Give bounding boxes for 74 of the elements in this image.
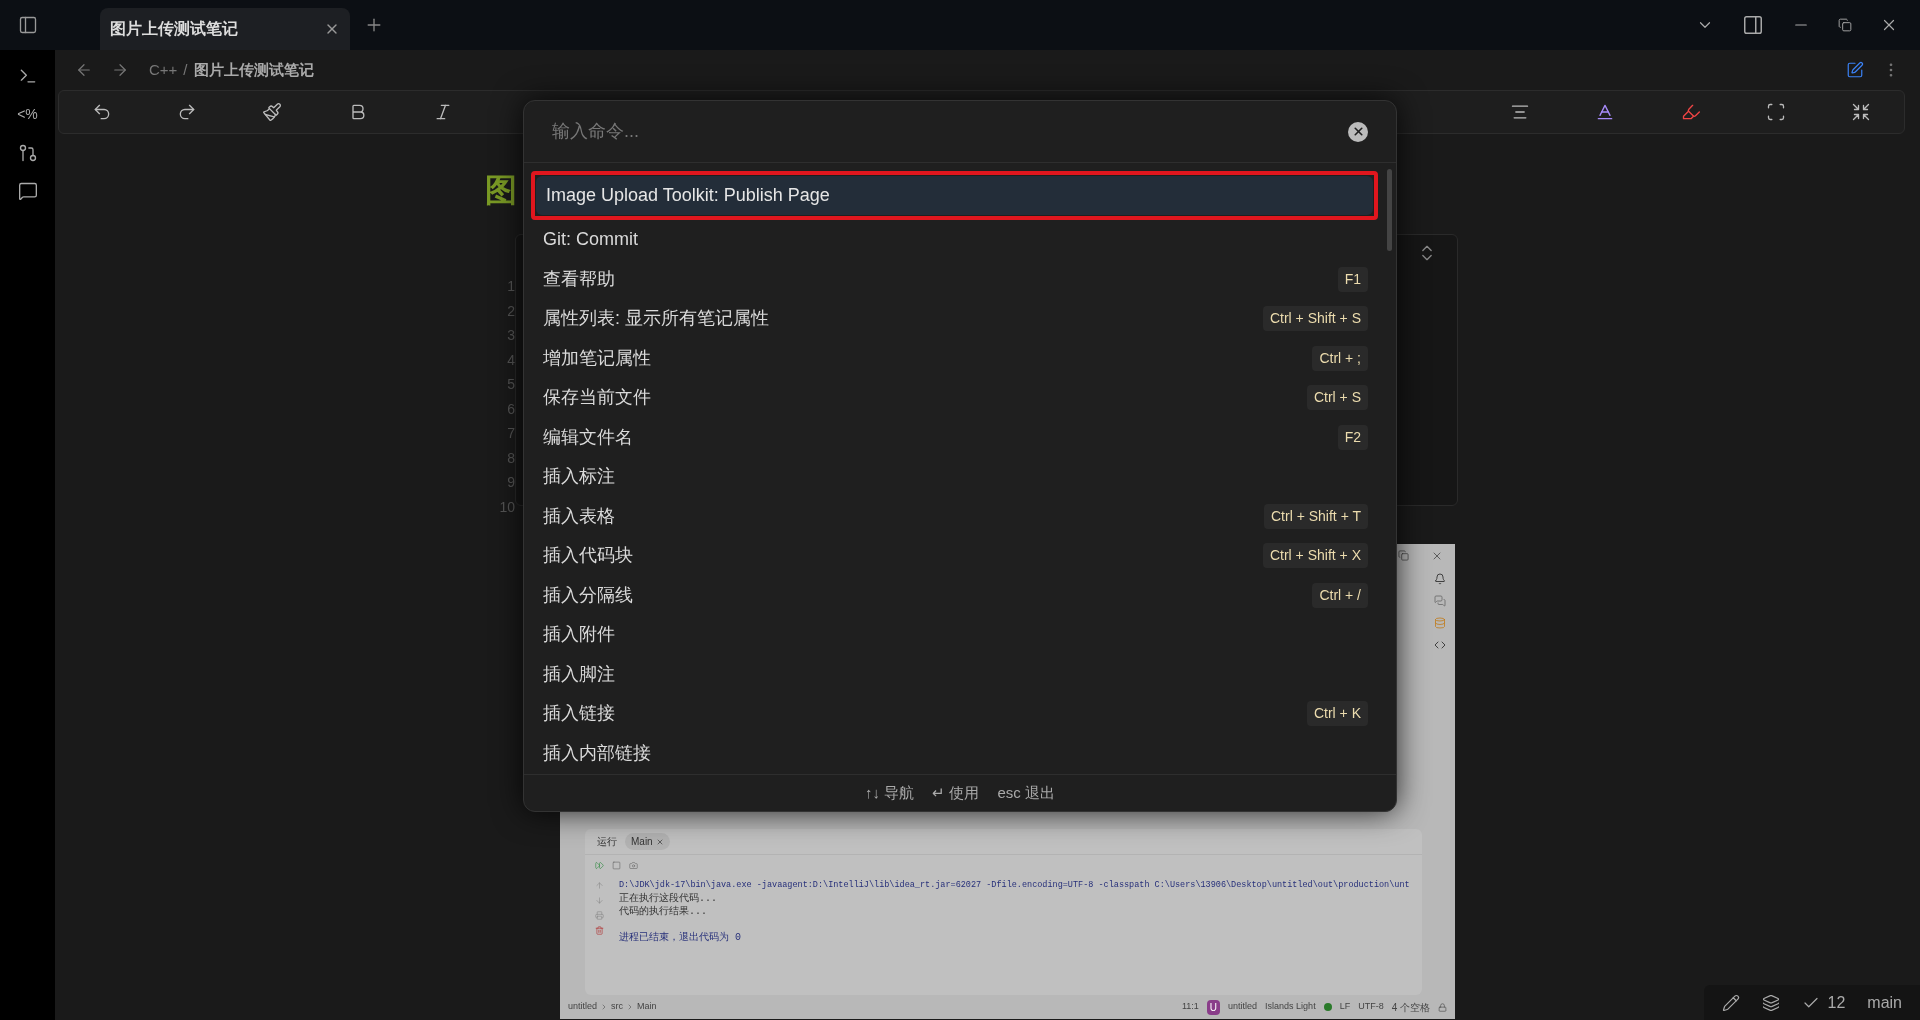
command-item[interactable]: 插入内部链接: [533, 733, 1378, 773]
note-tab[interactable]: 图片上传测试笔记: [100, 8, 350, 50]
breadcrumb-folder[interactable]: C++: [149, 58, 178, 82]
command-item[interactable]: 插入标注: [533, 457, 1378, 497]
command-item[interactable]: 属性列表: 显示所有笔记属性 Ctrl + Shift + S: [533, 299, 1378, 339]
hotkey-label: Ctrl + Shift + X: [1262, 543, 1368, 569]
commit-count: 12: [1827, 992, 1846, 1013]
hotkey-label: F1: [1337, 266, 1368, 292]
hotkey-label: F2: [1337, 424, 1368, 450]
command-item[interactable]: 查看帮助 F1: [533, 259, 1378, 299]
console-line: 进程已结束，退出代码为 0: [619, 931, 742, 944]
project-name[interactable]: untitled: [1228, 1000, 1258, 1014]
project-badge: U: [1206, 999, 1221, 1015]
forward-icon[interactable]: [111, 61, 129, 79]
breadcrumb-note[interactable]: 图片上传测试笔记: [193, 58, 314, 82]
line-ending[interactable]: LF: [1339, 1000, 1351, 1014]
cursor-position[interactable]: 11:1: [1181, 1000, 1199, 1014]
highlighter-icon[interactable]: [1680, 102, 1701, 122]
path-segment[interactable]: src: [611, 1000, 624, 1014]
command-item[interactable]: 插入表格 Ctrl + Shift + T: [533, 496, 1378, 536]
git-branch[interactable]: main: [1867, 990, 1902, 1015]
command-item[interactable]: Image Upload Toolkit: Publish Page: [536, 176, 1373, 215]
command-item[interactable]: 插入附件: [533, 615, 1378, 655]
right-sidebar-icon[interactable]: [1742, 14, 1764, 36]
fullscreen-icon[interactable]: [1766, 102, 1787, 122]
footer-hint: ↵ 使用: [932, 782, 980, 803]
command-item[interactable]: 增加笔记属性 Ctrl + ;: [533, 338, 1378, 378]
template-button[interactable]: <%: [17, 104, 38, 125]
command-item[interactable]: 保存当前文件 Ctrl + S: [533, 378, 1378, 418]
command-item[interactable]: 插入分隔线 Ctrl + /: [533, 575, 1378, 615]
hotkey-label: Ctrl + /: [1312, 582, 1368, 608]
command-item[interactable]: Git: Commit: [533, 220, 1378, 260]
hotkey-label: Ctrl + ;: [1312, 345, 1368, 371]
console-line: D:\JDK\jdk-17\bin\java.exe -javaagent:D:\IntelliJ\lib\idea_rt.jar=62027 -Dfile.encoding=UTF-8 -classpath C:\Users\13906\Desktop\untitled\out\production\unt: [619, 879, 1410, 892]
layers-icon[interactable]: [1761, 993, 1780, 1012]
bell-icon[interactable]: [1434, 573, 1446, 585]
code-icon[interactable]: [1434, 639, 1446, 651]
back-icon[interactable]: [75, 61, 93, 79]
command-input[interactable]: 输入命令...: [552, 118, 1348, 145]
command-item[interactable]: 插入代码块 Ctrl + Shift + X: [533, 536, 1378, 576]
encoding[interactable]: UTF-8: [1358, 1000, 1384, 1014]
footer-hint: esc 退出: [997, 782, 1055, 803]
console-line: 正在执行这段代码...: [619, 892, 718, 905]
hotkey-label: Ctrl + Shift + S: [1262, 306, 1368, 332]
breadcrumb-separator: /: [183, 59, 188, 80]
restore-icon[interactable]: [1838, 18, 1852, 32]
indent-setting[interactable]: 4 个空格: [1391, 999, 1430, 1015]
path-segment[interactable]: untitled: [568, 1000, 598, 1014]
lock-icon[interactable]: [1438, 1002, 1447, 1012]
chat-icon[interactable]: [17, 181, 38, 201]
panel-title: 运行: [597, 835, 617, 849]
theme-name[interactable]: Islands Light: [1265, 1000, 1316, 1014]
close-icon: [1351, 125, 1365, 138]
path-segment[interactable]: Main: [637, 1000, 657, 1014]
edit-icon[interactable]: [1846, 61, 1864, 79]
console-line: 代码的执行结果...: [619, 905, 708, 918]
scrollbar-thumb[interactable]: [1387, 169, 1392, 251]
clear-button[interactable]: [1348, 121, 1368, 142]
hotkey-label: Ctrl + S: [1306, 385, 1368, 411]
command-item[interactable]: 插入链接 Ctrl + K: [533, 694, 1378, 734]
brush-icon[interactable]: [262, 102, 283, 122]
hotkey-label: Ctrl + Shift + T: [1264, 503, 1368, 529]
command-item[interactable]: 插入脚注: [533, 654, 1378, 694]
pencil-icon[interactable]: [1721, 993, 1740, 1012]
line-number: 10: [498, 497, 515, 517]
branch-icon[interactable]: [17, 143, 38, 163]
note-heading: 图: [485, 172, 517, 208]
restore-icon[interactable]: [1398, 550, 1409, 561]
run-tab[interactable]: Main: [625, 833, 670, 850]
sidebar-toggle-icon[interactable]: [17, 15, 38, 35]
hotkey-label: Ctrl + K: [1306, 701, 1368, 727]
footer-hint: ↑↓ 导航: [865, 782, 915, 803]
exit-fullscreen-icon[interactable]: [1851, 102, 1872, 122]
command-item[interactable]: 编辑文件名 F2: [533, 417, 1378, 457]
